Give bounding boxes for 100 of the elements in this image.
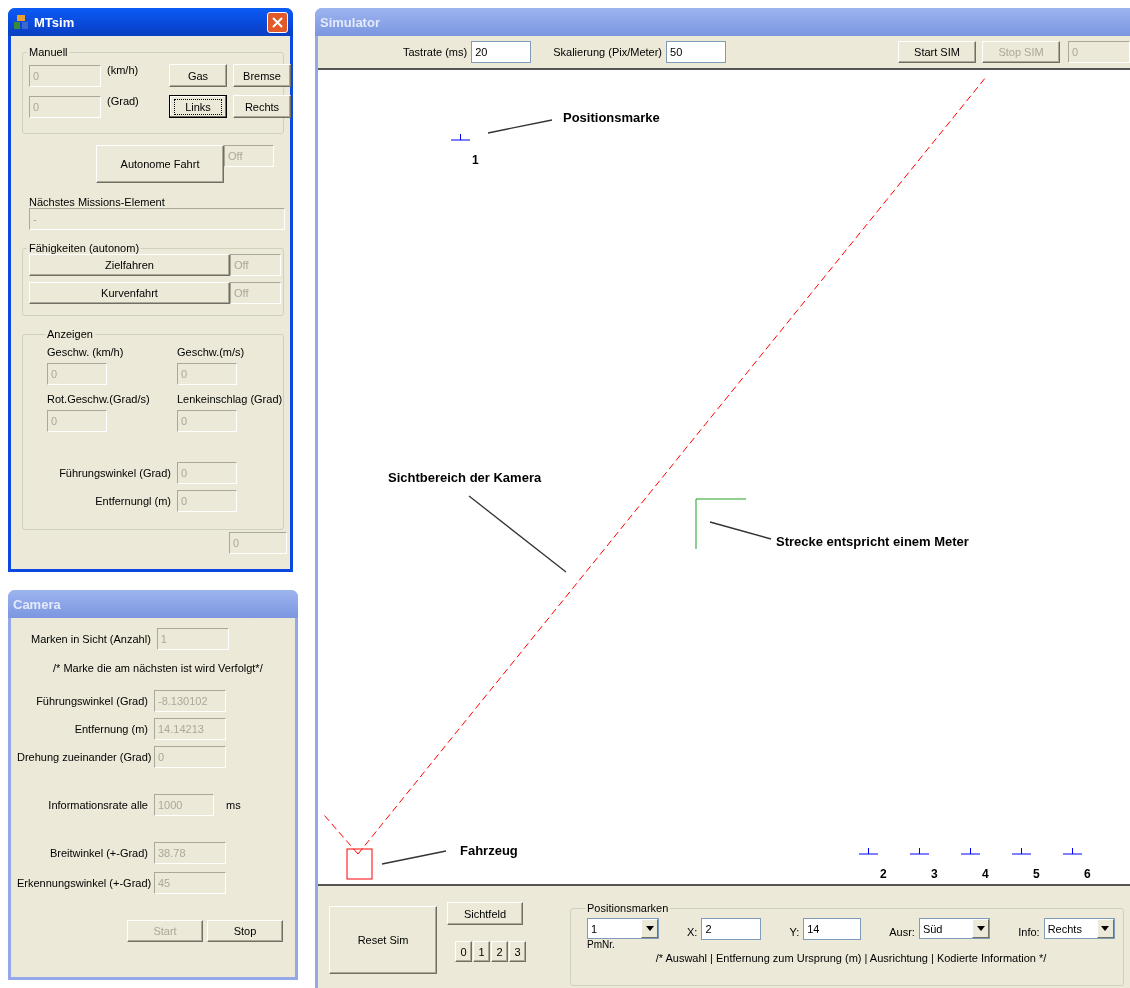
field-label: Nächstes Missions-Element — [29, 196, 166, 208]
field-label: PmNr. — [587, 939, 616, 950]
group-label: Manuell — [28, 46, 69, 58]
counter-field[interactable]: 0 — [1068, 41, 1130, 63]
control-button[interactable]: Bremse — [233, 64, 291, 87]
dropdown-arrow-icon — [645, 926, 654, 931]
field-label: Informationsrate alle — [47, 799, 148, 811]
position-marker — [909, 847, 930, 855]
marker-number: 4 — [982, 867, 989, 881]
field-label: Breitwinkel (+-Grad) — [48, 847, 148, 859]
mission-field[interactable]: - — [29, 208, 285, 230]
unit-label: (Grad) — [107, 95, 140, 107]
field-label: Führungswinkel (Grad) — [58, 467, 171, 479]
close-button[interactable] — [267, 11, 288, 33]
position-marker — [1011, 847, 1032, 855]
annotation-label: Fahrzeug — [460, 843, 518, 858]
field-label: Geschw.(m/s) — [177, 346, 246, 358]
control-button[interactable]: Rechts — [233, 95, 291, 118]
status-field[interactable]: Off — [224, 145, 274, 167]
field-label: Führungswinkel (Grad) — [35, 695, 148, 707]
view-button[interactable]: 0 — [455, 941, 472, 962]
annotation-label: Positionsmarke — [563, 110, 660, 125]
dropdown[interactable]: Süd — [918, 918, 991, 939]
field-label: X: — [687, 926, 698, 938]
note-text: /* Auswahl | Entfernung zum Ursprung (m) | Ausrichtung | Kodierte Information */ — [654, 952, 1048, 964]
marker-number: 3 — [931, 867, 938, 881]
view-button[interactable]: 3 — [509, 941, 526, 962]
group-label: Anzeigen — [46, 328, 94, 340]
readout-field[interactable]: 1 — [156, 628, 229, 650]
capability-button[interactable]: Zielfahren — [29, 254, 230, 276]
field-label: Y: — [789, 926, 800, 938]
readout-field[interactable]: 0 — [177, 462, 237, 484]
field-label: Geschw. (km/h) — [47, 346, 125, 358]
capability-button[interactable]: Kurvenfahrt — [29, 282, 230, 304]
readout-field[interactable]: 0 — [47, 363, 107, 385]
dropdown[interactable]: Rechts — [1043, 918, 1115, 939]
field-label: Entfernungl (m) — [94, 495, 171, 507]
readout-field[interactable]: 45 — [154, 872, 226, 894]
annotation-label: Strecke entspricht einem Meter — [776, 534, 969, 549]
annotation-label: Sichtbereich der Kamera — [388, 470, 542, 485]
input-field[interactable]: 2 — [701, 918, 762, 940]
status-field[interactable]: Off — [230, 254, 281, 276]
marker-number: 5 — [1033, 867, 1040, 881]
input-field[interactable]: 0 — [29, 95, 101, 118]
app-icon — [13, 14, 29, 30]
leader-line — [381, 850, 447, 865]
reset-button[interactable]: Reset Sim — [329, 906, 437, 974]
window-title: Camera — [13, 596, 62, 612]
input-field[interactable]: 0 — [29, 64, 101, 87]
view-button[interactable]: 2 — [491, 941, 508, 962]
control-button[interactable]: Stop — [207, 920, 283, 942]
dropdown-arrow-icon — [976, 926, 985, 931]
autonomous-button[interactable]: Autonome Fahrt — [96, 145, 224, 183]
note-text: /* Marke die am nächsten ist wird Verfolgt*/ — [53, 662, 264, 674]
scale-drawing — [695, 498, 747, 550]
readout-field[interactable]: 0 — [47, 410, 107, 432]
readout-field[interactable]: 0 — [177, 490, 237, 512]
view-field-button[interactable]: Sichtfeld — [447, 902, 523, 925]
dropdown[interactable]: 1 — [587, 918, 659, 939]
readout-field[interactable]: -8.130102 — [154, 690, 226, 712]
readout-field[interactable]: 0 — [177, 363, 237, 385]
view-button[interactable]: 1 — [473, 941, 490, 962]
status-field[interactable]: Off — [230, 282, 281, 304]
input-field[interactable]: 14 — [803, 918, 862, 940]
input-field[interactable]: 50 — [666, 41, 726, 63]
leader-line — [709, 521, 772, 540]
field-label: Skalierung (Pix/Meter) — [553, 46, 662, 58]
control-button[interactable]: Links — [169, 95, 227, 118]
field-label: Lenkeinschlag (Grad) — [177, 393, 284, 405]
position-marker — [450, 133, 471, 141]
marker-number: 2 — [880, 867, 887, 881]
field-label: Marken in Sicht (Anzahl) — [31, 633, 151, 645]
close-icon — [272, 16, 283, 28]
field-label: Rot.Geschw.(Grad/s) — [47, 393, 151, 405]
group-label: Positionsmarken — [586, 902, 670, 914]
readout-field[interactable]: 14.14213 — [154, 718, 226, 740]
status-field[interactable]: 0 — [229, 532, 287, 554]
field-label: Info: — [1018, 926, 1040, 938]
position-marker — [858, 847, 879, 855]
window-title: MTsim — [34, 14, 76, 30]
field-label: Tastrate (ms) — [403, 46, 468, 58]
dropdown-arrow-icon — [1101, 926, 1110, 931]
readout-field[interactable]: 0 — [154, 746, 226, 768]
input-field[interactable]: 20 — [471, 41, 532, 63]
readout-field[interactable]: 1000 — [154, 794, 214, 816]
control-button[interactable]: Gas — [169, 64, 227, 87]
position-marker — [960, 847, 981, 855]
position-marker — [1062, 847, 1083, 855]
control-button[interactable]: Start SIM — [898, 41, 976, 63]
field-label: Entfernung (m) — [73, 723, 148, 735]
readout-field[interactable]: 38.78 — [154, 842, 226, 864]
marker-number: 1 — [472, 153, 479, 167]
unit-label: (km/h) — [107, 64, 140, 76]
leader-line — [487, 119, 553, 134]
field-label: Ausr: — [889, 926, 915, 938]
window-title: Simulator — [320, 14, 381, 30]
unit-label: ms — [226, 799, 241, 811]
marker-number: 6 — [1084, 867, 1091, 881]
vehicle-drawing — [346, 848, 373, 880]
readout-field[interactable]: 0 — [177, 410, 237, 432]
